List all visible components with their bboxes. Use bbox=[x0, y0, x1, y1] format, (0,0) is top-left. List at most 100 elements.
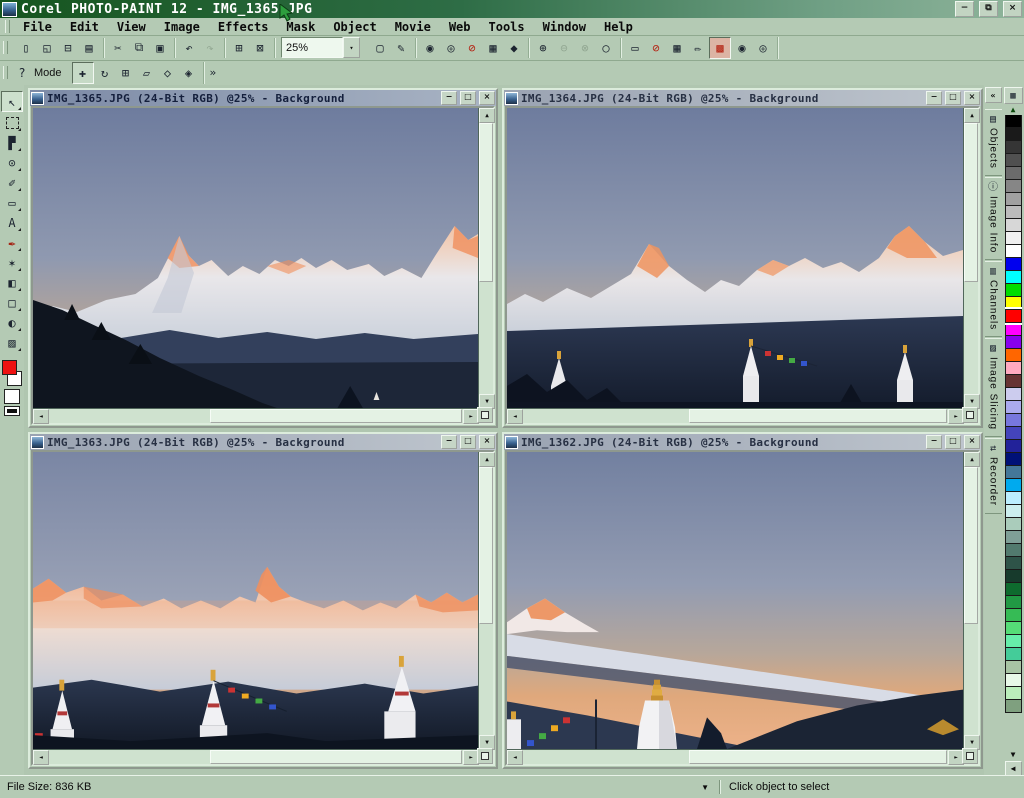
palette-color-swatch[interactable] bbox=[1005, 296, 1022, 310]
scroll-thumb[interactable] bbox=[964, 123, 978, 282]
menu-edit[interactable]: Edit bbox=[61, 19, 108, 35]
palette-color-swatch[interactable] bbox=[1005, 387, 1022, 401]
horizontal-scrollbar[interactable]: ◄ ► bbox=[507, 750, 964, 764]
photo-canvas-img-1365[interactable] bbox=[33, 108, 479, 409]
palette-color-swatch[interactable] bbox=[1005, 517, 1022, 531]
open-button[interactable]: ◱ bbox=[37, 38, 57, 58]
palette-color-swatch[interactable] bbox=[1005, 595, 1022, 609]
palette-color-swatch[interactable] bbox=[1005, 140, 1022, 154]
palette-color-swatch[interactable] bbox=[1005, 439, 1022, 453]
paint-color-swatch[interactable] bbox=[2, 360, 17, 375]
effect-tool[interactable]: ✶ bbox=[2, 253, 22, 272]
color-control[interactable] bbox=[2, 360, 22, 386]
document-window-img-1365[interactable]: IMG_1365.JPG (24-Bit RGB) @25% - Backgro… bbox=[28, 88, 498, 428]
mode-perspective-button[interactable]: ◈ bbox=[179, 63, 199, 83]
palette-scroll-down-icon[interactable]: ▼ bbox=[1011, 750, 1016, 760]
menu-view[interactable]: View bbox=[108, 19, 155, 35]
docker-tab-image-info[interactable]: ⓘImage Info bbox=[985, 177, 1002, 260]
palette-color-swatch[interactable] bbox=[1005, 400, 1022, 414]
mode-distort-button[interactable]: ◇ bbox=[158, 63, 178, 83]
palette-color-swatch[interactable] bbox=[1005, 205, 1022, 219]
close-button[interactable]: × bbox=[1003, 1, 1022, 17]
docker-tab-channels[interactable]: ▥Channels bbox=[985, 261, 1002, 337]
vertical-scrollbar[interactable]: ▲ ▼ bbox=[479, 108, 493, 409]
palette-options-button[interactable]: ▦ bbox=[1004, 87, 1023, 104]
palette-color-swatch[interactable] bbox=[1005, 374, 1022, 388]
palette-color-swatch[interactable] bbox=[1005, 686, 1022, 700]
horizontal-scrollbar[interactable]: ◄ ► bbox=[33, 750, 479, 764]
palette-color-swatch[interactable] bbox=[1005, 361, 1022, 375]
save-button[interactable]: ⊟ bbox=[58, 38, 78, 58]
palette-color-swatch[interactable] bbox=[1005, 556, 1022, 570]
vertical-scrollbar[interactable]: ▲ ▼ bbox=[479, 452, 493, 750]
scroll-thumb[interactable] bbox=[479, 123, 493, 282]
paint-tool[interactable]: ✒ bbox=[2, 233, 22, 252]
help-cursor-button[interactable]: ? bbox=[12, 63, 32, 83]
horizontal-scrollbar[interactable]: ◄ ► bbox=[33, 409, 479, 423]
fill-color-swatch[interactable] bbox=[4, 389, 20, 404]
document-window-img-1364[interactable]: IMG_1364.JPG (24-Bit RGB) @25% - Backgro… bbox=[502, 88, 983, 428]
menu-object[interactable]: Object bbox=[324, 19, 385, 35]
palette-color-swatch[interactable] bbox=[1005, 322, 1022, 336]
palette-color-swatch[interactable] bbox=[1005, 348, 1022, 362]
show-mask-marquee-button[interactable]: ◉ bbox=[732, 38, 752, 58]
palette-expand-button[interactable]: ◀ bbox=[1005, 761, 1022, 776]
clear-mask-button[interactable]: ⊘ bbox=[462, 38, 482, 58]
paste-button[interactable]: ▣ bbox=[150, 38, 170, 58]
palette-color-swatch[interactable] bbox=[1005, 673, 1022, 687]
invert-mask-button[interactable]: ▦ bbox=[483, 38, 503, 58]
palette-scroll-up-icon[interactable]: ▲ bbox=[1011, 104, 1016, 115]
mode-position-button[interactable]: ✚ bbox=[72, 62, 94, 84]
mode-skew-button[interactable]: ▱ bbox=[137, 63, 157, 83]
palette-color-swatch[interactable] bbox=[1005, 634, 1022, 648]
palette-color-swatch[interactable] bbox=[1005, 491, 1022, 505]
collapse-dockers-button[interactable]: « bbox=[985, 87, 1002, 103]
palette-color-swatch[interactable] bbox=[1005, 192, 1022, 206]
full-screen-preview-button[interactable]: ▢ bbox=[370, 38, 390, 58]
palette-color-swatch[interactable] bbox=[1005, 244, 1022, 258]
palette-color-swatch[interactable] bbox=[1005, 283, 1022, 297]
object-transparency-tool[interactable]: ◐ bbox=[2, 313, 22, 332]
palette-color-swatch[interactable] bbox=[1005, 413, 1022, 427]
mode-scale-button[interactable]: ⊞ bbox=[116, 63, 136, 83]
scroll-left-icon[interactable]: ◄ bbox=[33, 409, 49, 424]
copy-button[interactable]: ⧉ bbox=[129, 38, 149, 58]
new-document-button[interactable]: ▯ bbox=[16, 38, 36, 58]
palette-color-swatch[interactable] bbox=[1005, 478, 1022, 492]
object-marquee-button[interactable]: ◆ bbox=[504, 38, 524, 58]
navigator-button[interactable] bbox=[477, 748, 493, 764]
palette-color-swatch[interactable] bbox=[1005, 270, 1022, 284]
scroll-up-icon[interactable]: ▲ bbox=[479, 452, 495, 467]
document-title-bar[interactable]: IMG_1362.JPG (24-Bit RGB) @25% - Backgro… bbox=[504, 434, 981, 450]
docker-tab-recorder[interactable]: ⇄Recorder bbox=[985, 438, 1002, 513]
photo-canvas-img-1363[interactable] bbox=[33, 452, 479, 750]
close-button[interactable]: × bbox=[964, 91, 980, 105]
rectangle-mask-mode-button[interactable]: ▭ bbox=[625, 38, 645, 58]
palette-color-swatch[interactable] bbox=[1005, 660, 1022, 674]
menu-window[interactable]: Window bbox=[534, 19, 595, 35]
navigator-button[interactable] bbox=[477, 407, 493, 423]
scroll-thumb[interactable] bbox=[964, 467, 978, 624]
docker-tab-objects[interactable]: ▤Objects bbox=[985, 109, 1002, 176]
mask-disable-button[interactable]: ⊘ bbox=[646, 38, 666, 58]
close-button[interactable]: × bbox=[964, 435, 980, 449]
menu-help[interactable]: Help bbox=[595, 19, 642, 35]
document-title-bar[interactable]: IMG_1364.JPG (24-Bit RGB) @25% - Backgro… bbox=[504, 90, 981, 106]
photo-canvas-img-1362[interactable] bbox=[507, 452, 964, 750]
undo-button[interactable]: ↶ bbox=[179, 38, 199, 58]
crop-tool[interactable]: ▛ bbox=[2, 133, 22, 152]
zoom-dropdown-arrow-icon[interactable]: ▾ bbox=[343, 37, 360, 58]
palette-color-swatch[interactable] bbox=[1005, 608, 1022, 622]
mask-preview-button[interactable]: ◎ bbox=[441, 38, 461, 58]
minimize-button[interactable]: − bbox=[441, 91, 457, 105]
scroll-thumb[interactable] bbox=[689, 750, 947, 764]
shape-tool[interactable]: □ bbox=[2, 293, 22, 312]
palette-color-swatch[interactable] bbox=[1005, 153, 1022, 167]
menu-image[interactable]: Image bbox=[155, 19, 209, 35]
navigator-button[interactable] bbox=[962, 407, 978, 423]
photo-canvas-img-1364[interactable] bbox=[507, 108, 964, 409]
rectangle-mask-tool[interactable] bbox=[2, 113, 22, 132]
scroll-left-icon[interactable]: ◄ bbox=[507, 409, 523, 424]
close-button[interactable]: × bbox=[479, 91, 495, 105]
scroll-left-icon[interactable]: ◄ bbox=[507, 750, 523, 765]
